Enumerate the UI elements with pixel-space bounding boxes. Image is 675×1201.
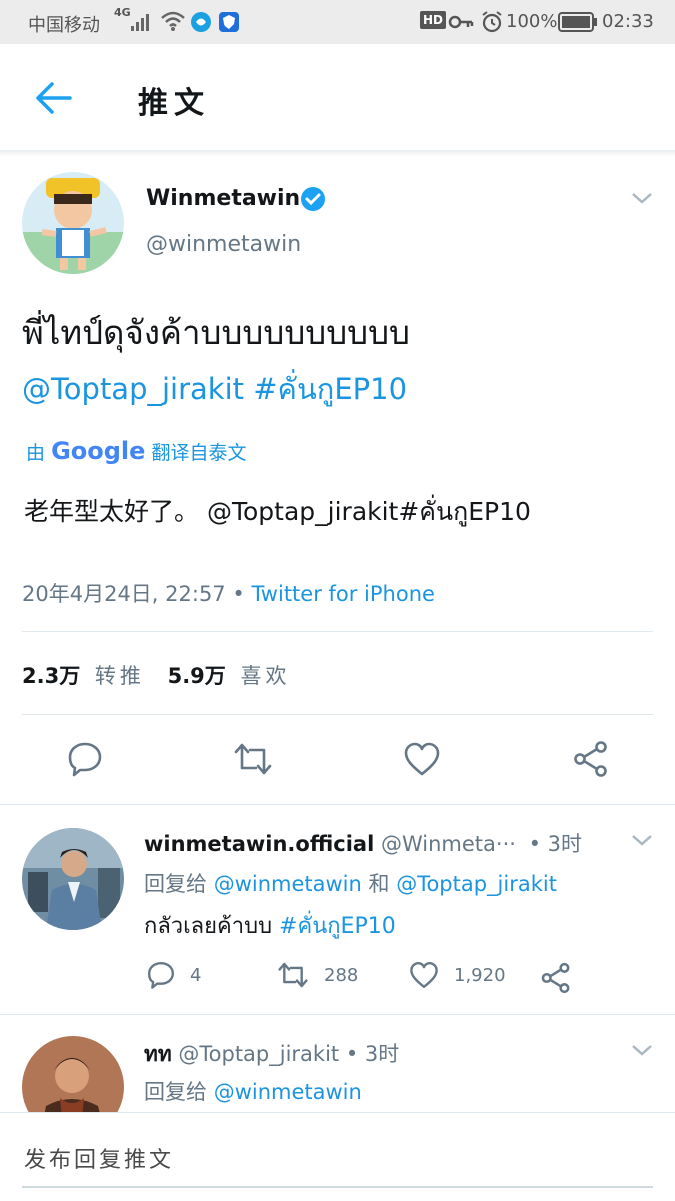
author-handle[interactable]: @winmetawin xyxy=(146,232,301,257)
tweet-links: @Toptap_jirakit #คั่นกูEP10 xyxy=(22,366,407,412)
alarm-icon xyxy=(482,11,502,33)
key-icon xyxy=(448,15,474,29)
tweet-text: พี่ไทป์ดุจังค้าบบบบบบบบบบ xyxy=(22,313,411,352)
meta-separator: • xyxy=(232,582,245,606)
share-icon[interactable] xyxy=(572,740,610,778)
shield-app-icon xyxy=(219,12,239,32)
reply-count: 4 xyxy=(190,964,202,986)
divider xyxy=(22,714,653,715)
page-title: 推文 xyxy=(138,86,210,121)
reply-author-handle[interactable]: @Winmeta··· xyxy=(381,832,516,856)
reply-action-reply[interactable]: 4 xyxy=(146,960,201,990)
retweet-icon[interactable] xyxy=(276,960,310,990)
reply-and: 和 xyxy=(368,872,390,896)
translated-text: 老年型太好了。 @Toptap_jirakit#คั่นกูEP10 xyxy=(24,492,531,532)
reply-action-retweet[interactable]: 288 xyxy=(276,960,358,990)
hashtag-link[interactable]: #คั่นกูEP10 xyxy=(279,914,396,939)
verified-badge-icon xyxy=(301,187,325,211)
reply-author-handle[interactable]: @Toptap_jirakit xyxy=(178,1042,339,1066)
heart-icon[interactable] xyxy=(402,740,442,778)
reply-to-mention[interactable]: @winmetawin xyxy=(214,872,362,896)
carrier-label: 中国移动 xyxy=(28,15,100,36)
clock: 02:33 xyxy=(602,11,654,32)
reply-author-name[interactable]: ทท xyxy=(144,1042,172,1066)
hashtag-link[interactable]: #คั่นกูEP10 xyxy=(253,372,407,406)
reply-prefix: 回复给 xyxy=(144,1080,207,1104)
translated-by-prefix: 由 xyxy=(26,442,46,464)
reply-to-mention[interactable]: @winmetawin xyxy=(214,1080,362,1104)
status-bar: 中国移动 4G HD 100% 02:33 xyxy=(0,0,675,44)
compose-underline xyxy=(22,1186,653,1188)
network-label: 4G xyxy=(114,6,131,19)
wifi-icon xyxy=(161,11,185,31)
likes-label: 喜欢 xyxy=(240,664,291,688)
signal-icon xyxy=(131,14,149,31)
reply-time: • 3时 xyxy=(345,1042,400,1066)
battery-percent: 100% xyxy=(506,11,558,32)
divider xyxy=(0,804,675,805)
reply-context: 回复给 @winmetawin 和 @Toptap_jirakit xyxy=(144,868,557,898)
reply-time: • 3时 xyxy=(528,832,583,856)
reply-action-like[interactable]: 1,920 xyxy=(408,960,506,990)
chevron-down-icon[interactable] xyxy=(630,190,654,206)
retweet-icon[interactable] xyxy=(232,740,274,778)
tweet-meta: 20年4月24日, 22:57 • Twitter for iPhone xyxy=(22,578,435,608)
mention-link[interactable]: @Toptap_jirakit xyxy=(22,372,244,406)
share-icon[interactable] xyxy=(540,962,572,994)
google-logo: Google xyxy=(51,437,146,465)
reply-prefix: 回复给 xyxy=(144,872,207,896)
divider xyxy=(0,1014,675,1015)
retweets-stat[interactable]: 2.3万 转推 xyxy=(22,664,152,688)
reply-to-mention[interactable]: @Toptap_jirakit xyxy=(396,872,557,896)
reply-body: กลัวเลยค้าบบ xyxy=(144,914,273,939)
reply-compose-input[interactable]: 发布回复推文 xyxy=(24,1142,174,1174)
chevron-down-icon[interactable] xyxy=(630,1042,654,1058)
translation-body: 老年型太好了。 xyxy=(24,497,200,526)
avatar[interactable] xyxy=(22,828,124,930)
reply-icon[interactable] xyxy=(146,960,176,990)
reply-text: กลัวเลยค้าบบ #คั่นกูEP10 xyxy=(144,908,396,943)
author-name[interactable]: Winmetawin xyxy=(146,186,300,211)
reply-context: 回复给 @winmetawin xyxy=(144,1076,362,1106)
retweet-count: 288 xyxy=(324,964,359,986)
reply-author-name[interactable]: winmetawin.official xyxy=(144,832,374,856)
header-shadow xyxy=(0,150,675,156)
app-notification-icon xyxy=(191,12,211,32)
retweets-count: 2.3万 xyxy=(22,664,81,688)
tweet-timestamp: 20年4月24日, 22:57 xyxy=(22,582,226,606)
translation-tail: @Toptap_jirakit#คั่นกูEP10 xyxy=(206,497,531,526)
divider xyxy=(22,631,653,632)
chevron-down-icon[interactable] xyxy=(630,832,654,848)
heart-icon[interactable] xyxy=(408,960,440,990)
retweets-label: 转推 xyxy=(94,664,145,688)
arrow-left-icon[interactable] xyxy=(34,80,74,116)
likes-count: 5.9万 xyxy=(167,664,226,688)
reply-icon[interactable] xyxy=(66,740,104,778)
app-header xyxy=(0,44,675,151)
reply-header: winmetawin.official @Winmeta··· • 3时 xyxy=(144,828,582,858)
battery-icon xyxy=(558,12,597,32)
avatar[interactable] xyxy=(22,172,124,274)
tweet-source-link[interactable]: Twitter for iPhone xyxy=(251,582,435,606)
translated-from-label: 翻译自泰文 xyxy=(151,442,247,464)
likes-stat[interactable]: 5.9万 喜欢 xyxy=(168,664,291,688)
tweet-stats: 2.3万 转推 5.9万 喜欢 xyxy=(22,660,290,690)
translation-attribution[interactable]: 由 Google 翻译自泰文 xyxy=(26,437,246,465)
reply-header: ทท @Toptap_jirakit • 3时 xyxy=(144,1038,399,1071)
hd-badge: HD xyxy=(420,11,447,29)
like-count: 1,920 xyxy=(454,964,506,986)
